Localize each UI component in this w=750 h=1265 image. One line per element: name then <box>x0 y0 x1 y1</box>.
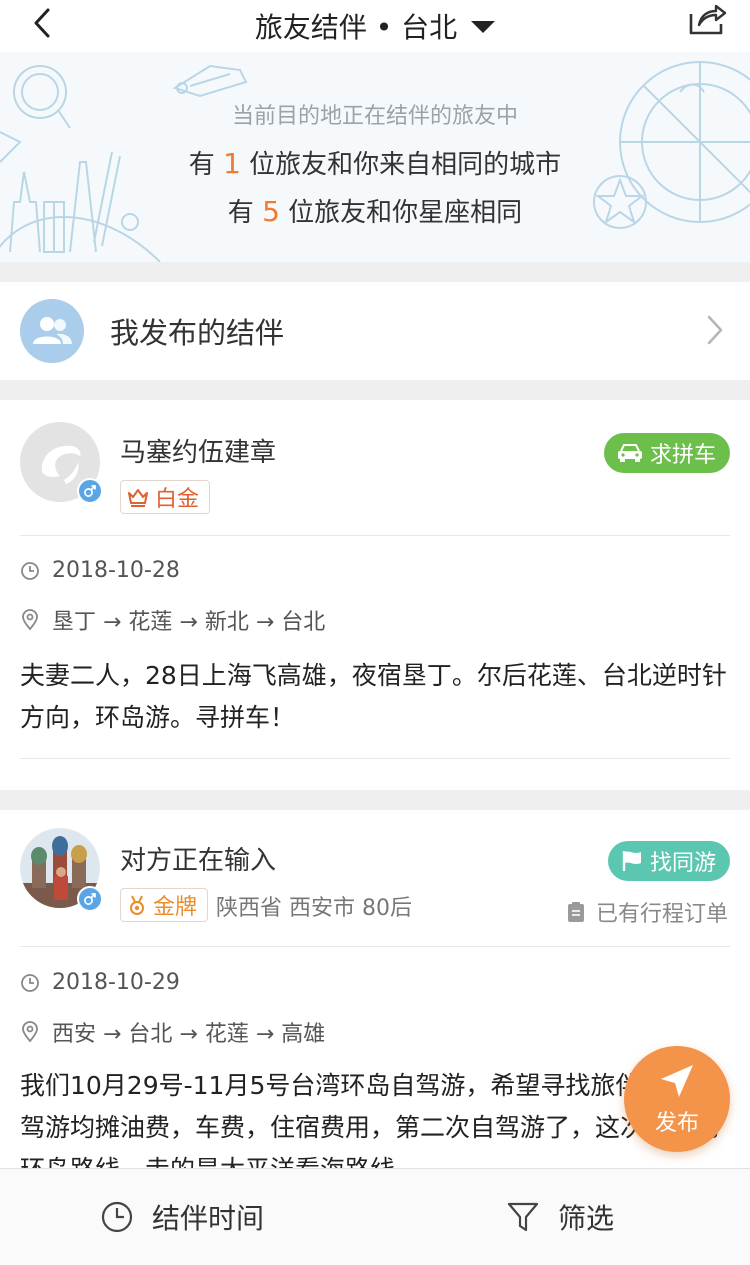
clipboard-icon <box>567 902 584 922</box>
date-text: 2018-10-28 <box>52 558 180 583</box>
same-zodiac-stat: 有 5 位旅友和你星座相同 <box>0 192 750 229</box>
itinerary-order-status: 已有行程订单 <box>566 896 728 928</box>
clock-icon <box>21 973 39 992</box>
publish-label: 发布 <box>654 1111 699 1136</box>
chevron-left-icon[interactable] <box>28 6 58 40</box>
user-name[interactable]: 对方正在输入 <box>120 840 276 877</box>
post-date: 2018-10-29 <box>20 970 180 995</box>
stationery-doodle-illustration <box>172 64 248 98</box>
post-date: 2018-10-28 <box>20 558 180 583</box>
sort-by-time-button[interactable]: 结伴时间 <box>100 1197 264 1237</box>
post-route: 垦丁 → 花莲 → 新北 → 台北 <box>20 604 325 636</box>
crown-icon <box>128 489 148 507</box>
same-zodiac-suffix: 位旅友和你星座相同 <box>288 198 523 228</box>
chevron-right-icon <box>707 315 723 345</box>
user-name[interactable]: 马塞约伍建章 <box>120 432 276 469</box>
location-pin-icon <box>22 1021 38 1043</box>
male-gender-icon <box>77 478 103 504</box>
route-text: 垦丁 → 花莲 → 新北 → 台北 <box>52 610 326 635</box>
medal-icon <box>130 895 144 915</box>
route-text: 西安 → 台北 → 花莲 → 高雄 <box>52 1022 326 1047</box>
my-posts-label: 我发布的结伴 <box>110 316 285 350</box>
post-route: 西安 → 台北 → 花莲 → 高雄 <box>20 1016 325 1048</box>
post-description: 我们10月29号-11月5号台湾环岛自驾游，希望寻找旅伴一起自驾游均摊油费，车费… <box>20 1071 720 1168</box>
clock-icon <box>21 561 39 580</box>
flag-icon <box>622 851 641 871</box>
users-icon <box>20 299 84 363</box>
section-divider <box>0 380 750 400</box>
send-arrow-icon <box>661 1065 693 1097</box>
car-icon <box>617 444 642 462</box>
find-companion-tag: 找同游 <box>607 841 730 881</box>
same-zodiac-count: 5 <box>262 195 280 228</box>
time-label: 结伴时间 <box>152 1202 265 1235</box>
filter-label: 筛选 <box>558 1202 615 1235</box>
page-title: 旅友结伴 • 台北 <box>254 11 458 44</box>
stats-banner: 当前目的地正在结伴的旅友中 有 1 位旅友和你来自相同的城市 有 5 位旅友和你… <box>0 52 750 262</box>
location-pin-icon <box>22 609 38 631</box>
filter-button[interactable]: 筛选 <box>506 1197 614 1237</box>
membership-badge: 白金 <box>120 480 211 514</box>
top-nav-bar: 旅友结伴 • 台北 <box>0 0 750 52</box>
divider <box>20 946 730 947</box>
caret-down-icon <box>471 21 496 33</box>
share-icon[interactable] <box>684 0 728 40</box>
my-posts-row[interactable]: 我发布的结伴 <box>0 282 750 380</box>
destination-selector[interactable]: 旅友结伴 • 台北 <box>254 6 496 46</box>
same-city-stat: 有 1 位旅友和你来自相同的城市 <box>0 144 750 181</box>
male-gender-icon <box>77 886 103 912</box>
banner-subtitle: 当前目的地正在结伴的旅友中 <box>231 104 518 129</box>
same-city-suffix: 位旅友和你来自相同的城市 <box>249 150 562 180</box>
filter-icon <box>507 1202 539 1232</box>
tag-label: 找同游 <box>649 851 716 876</box>
publish-button[interactable]: 发布 <box>624 1046 730 1152</box>
clock-icon <box>101 1201 133 1233</box>
badge-label: 金牌 <box>153 895 198 920</box>
user-info: 陕西省 西安市 80后 <box>216 896 412 921</box>
divider <box>20 758 730 759</box>
companion-post-card[interactable]: 马塞约伍建章 白金 求拼车 2018-10-28 垦丁 → 花莲 → 新北 → … <box>0 400 750 790</box>
badge-label: 白金 <box>155 487 200 512</box>
post-description: 夫妻二人，28日上海飞高雄，夜宿垦丁。尔后花莲、台北逆时针方向，环岛游。寻拼车！ <box>20 661 727 732</box>
tag-label: 求拼车 <box>649 443 716 468</box>
section-divider <box>0 262 750 282</box>
bottom-toolbar: 结伴时间 筛选 <box>0 1168 750 1265</box>
same-city-count: 1 <box>223 147 241 180</box>
request-carpool-tag: 求拼车 <box>603 433 730 473</box>
date-text: 2018-10-29 <box>52 970 180 995</box>
divider <box>20 535 730 536</box>
membership-badge: 金牌 <box>120 888 209 922</box>
same-city-prefix: 有 <box>188 150 215 180</box>
same-zodiac-prefix: 有 <box>227 198 254 228</box>
section-divider <box>0 790 750 810</box>
order-status-text: 已有行程订单 <box>595 902 728 927</box>
